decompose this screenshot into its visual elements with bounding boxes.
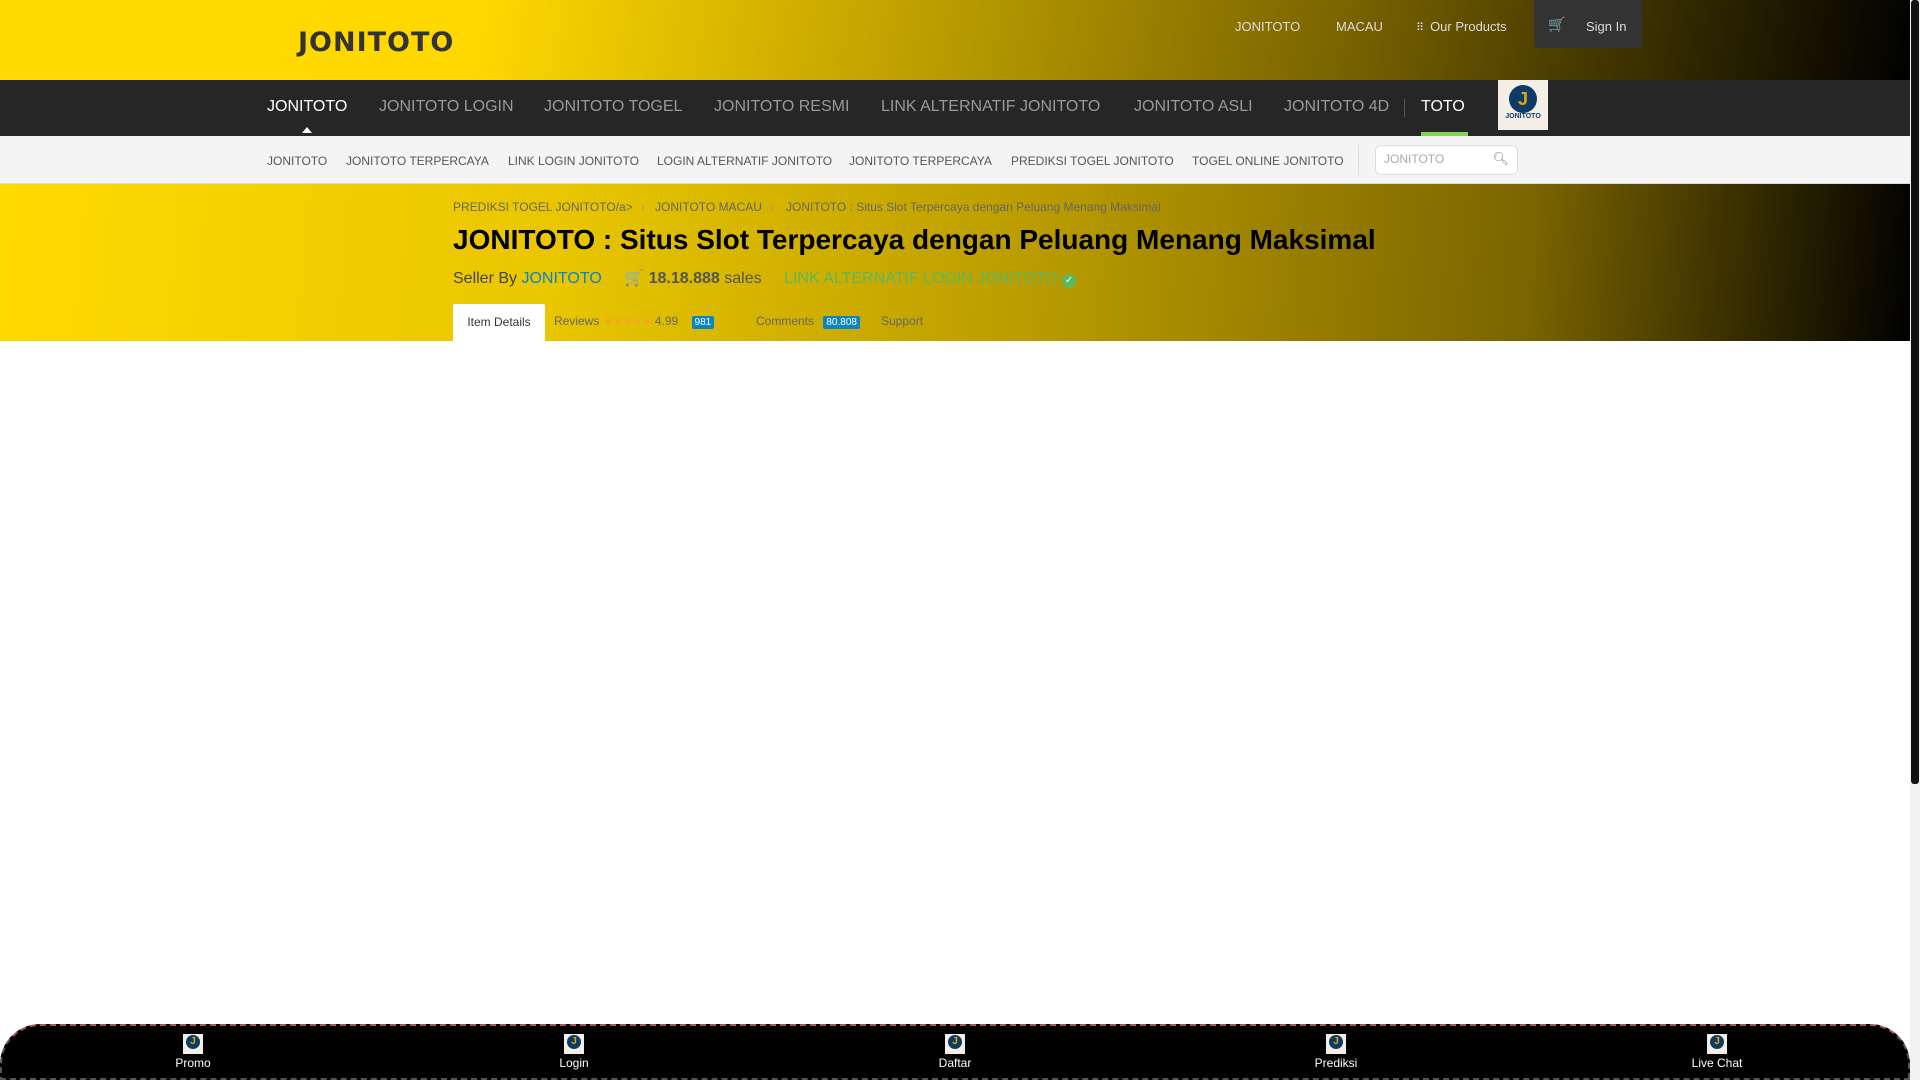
subnav-item[interactable]: LINK LOGIN JONITOTO — [508, 154, 639, 168]
grid-icon: ⠿ — [1416, 22, 1425, 34]
nav-item-togel[interactable]: JONITOTO TOGEL — [544, 98, 682, 116]
nav-item-toto[interactable]: TOTO — [1421, 98, 1465, 116]
breadcrumb-current: JONITOTO : Situs Slot Terpercaya dengan … — [786, 200, 1161, 214]
sales-count: 18.18.888 — [648, 270, 720, 287]
subnav-item[interactable]: LOGIN ALTERNATIF JONITOTO — [657, 154, 832, 168]
top-link-macau[interactable]: MACAU — [1336, 19, 1383, 34]
bottom-label: Live Chat — [1691, 1056, 1743, 1070]
breadcrumb-item[interactable]: PREDIKSI TOGEL JONITOTO/a> — [453, 200, 633, 214]
nav-item-jonitoto[interactable]: JONITOTO — [267, 98, 347, 116]
comment-count-badge: 80.808 — [823, 316, 860, 329]
seller-link[interactable]: JONITOTO — [521, 270, 601, 287]
bottom-label: Prediksi — [1314, 1056, 1358, 1070]
bottom-label: Promo — [175, 1056, 211, 1070]
breadcrumb-item[interactable]: JONITOTO MACAU — [655, 200, 762, 214]
alternatif-login-link[interactable]: LINK ALTERNATIF LOGIN JONITOTO — [784, 270, 1058, 287]
search-input[interactable]: JONITOTO 🔍︎ — [1375, 145, 1518, 175]
review-count-badge: 981 — [691, 316, 715, 329]
bottom-login[interactable]: Login — [514, 1034, 634, 1070]
brand-badge-text: JONITOTO — [1505, 113, 1541, 120]
our-products-link[interactable]: ⠿ Our Products — [1416, 19, 1507, 34]
tab-support[interactable]: Support — [881, 314, 923, 328]
nav-item-login[interactable]: JONITOTO LOGIN — [379, 98, 514, 116]
site-logo[interactable]: JONITOTO — [298, 27, 454, 58]
subnav-item[interactable]: TOGEL ONLINE JONITOTO — [1192, 154, 1344, 168]
brand-badge[interactable]: J JONITOTO — [1498, 80, 1548, 130]
sign-in-button[interactable]: 🛒 Sign In — [1534, 0, 1642, 48]
chevron-right-icon: › — [770, 200, 774, 214]
subnav-divider — [1358, 145, 1359, 175]
page-title: JONITOTO : Situs Slot Terpercaya dengan … — [453, 224, 1376, 255]
sub-nav: JONITOTO JONITOTO TERPERCAYA LINK LOGIN … — [0, 136, 1910, 184]
bottom-prediksi[interactable]: Prediksi — [1276, 1034, 1396, 1070]
search-placeholder: JONITOTO — [1384, 152, 1445, 166]
tab-comments[interactable]: Comments 80.808 — [756, 314, 860, 329]
nav-item-asli[interactable]: JONITOTO ASLI — [1134, 98, 1253, 116]
item-header: PREDIKSI TOGEL JONITOTO/a> › JONITOTO MA… — [0, 184, 1910, 341]
tab-item-details[interactable]: Item Details — [453, 304, 545, 341]
verified-icon: ✓ — [1062, 274, 1077, 288]
site-header: JONITOTO JONITOTO MACAU ⠿ Our Products 🛒 … — [0, 0, 1910, 80]
jonitoto-icon — [945, 1034, 965, 1054]
rating-value: 4.99 — [654, 314, 679, 328]
bottom-label: Daftar — [938, 1056, 972, 1070]
bottom-daftar[interactable]: Daftar — [895, 1034, 1015, 1070]
bottom-nav-bar: Promo Login Daftar Prediksi Live Chat — [0, 1024, 1910, 1080]
star-rating-icon: ★★★★★ — [602, 314, 653, 328]
sales-label: sales — [724, 270, 762, 287]
scrollbar-thumb[interactable] — [1911, 0, 1919, 784]
tab-reviews[interactable]: Reviews ★★★★★ 4.99 981 — [554, 314, 715, 329]
seller-line: Seller By JONITOTO 🛒 18.18.888 sales LIN… — [453, 268, 1077, 288]
bottom-live-chat[interactable]: Live Chat — [1657, 1034, 1777, 1070]
nav-item-4d[interactable]: JONITOTO 4D — [1284, 98, 1389, 116]
top-link-jonitoto[interactable]: JONITOTO — [1235, 19, 1300, 34]
bottom-promo[interactable]: Promo — [133, 1034, 253, 1070]
cart-icon: 🛒 — [1548, 16, 1566, 32]
jonitoto-icon — [1707, 1034, 1727, 1054]
our-products-label: Our Products — [1430, 19, 1507, 34]
chevron-right-icon: › — [641, 200, 645, 214]
bottom-label: Login — [559, 1056, 589, 1070]
seller-prefix: Seller By — [453, 270, 518, 287]
comments-label: Comments — [756, 314, 815, 328]
reviews-label: Reviews — [554, 314, 600, 328]
sign-in-label: Sign In — [1586, 19, 1627, 34]
cart-icon: 🛒 — [624, 270, 645, 287]
jonitoto-icon — [1326, 1034, 1346, 1054]
subnav-item[interactable]: JONITOTO TERPERCAYA — [849, 154, 992, 168]
nav-item-link-alternatif[interactable]: LINK ALTERNATIF JONITOTO — [881, 98, 1100, 116]
nav-divider — [1404, 99, 1405, 117]
jonitoto-icon — [183, 1034, 203, 1054]
jonitoto-icon — [564, 1034, 584, 1054]
nav-item-resmi[interactable]: JONITOTO RESMI — [714, 98, 849, 116]
brand-badge-icon: J — [1509, 85, 1537, 113]
main-nav: JONITOTO JONITOTO LOGIN JONITOTO TOGEL J… — [0, 80, 1910, 136]
active-caret-icon — [302, 127, 312, 133]
scrollbar[interactable] — [1910, 0, 1920, 1080]
subnav-item[interactable]: JONITOTO — [267, 154, 327, 168]
subnav-item[interactable]: PREDIKSI TOGEL JONITOTO — [1011, 154, 1174, 168]
search-icon[interactable]: 🔍︎ — [1492, 151, 1509, 167]
subnav-item[interactable]: JONITOTO TERPERCAYA — [346, 154, 489, 168]
